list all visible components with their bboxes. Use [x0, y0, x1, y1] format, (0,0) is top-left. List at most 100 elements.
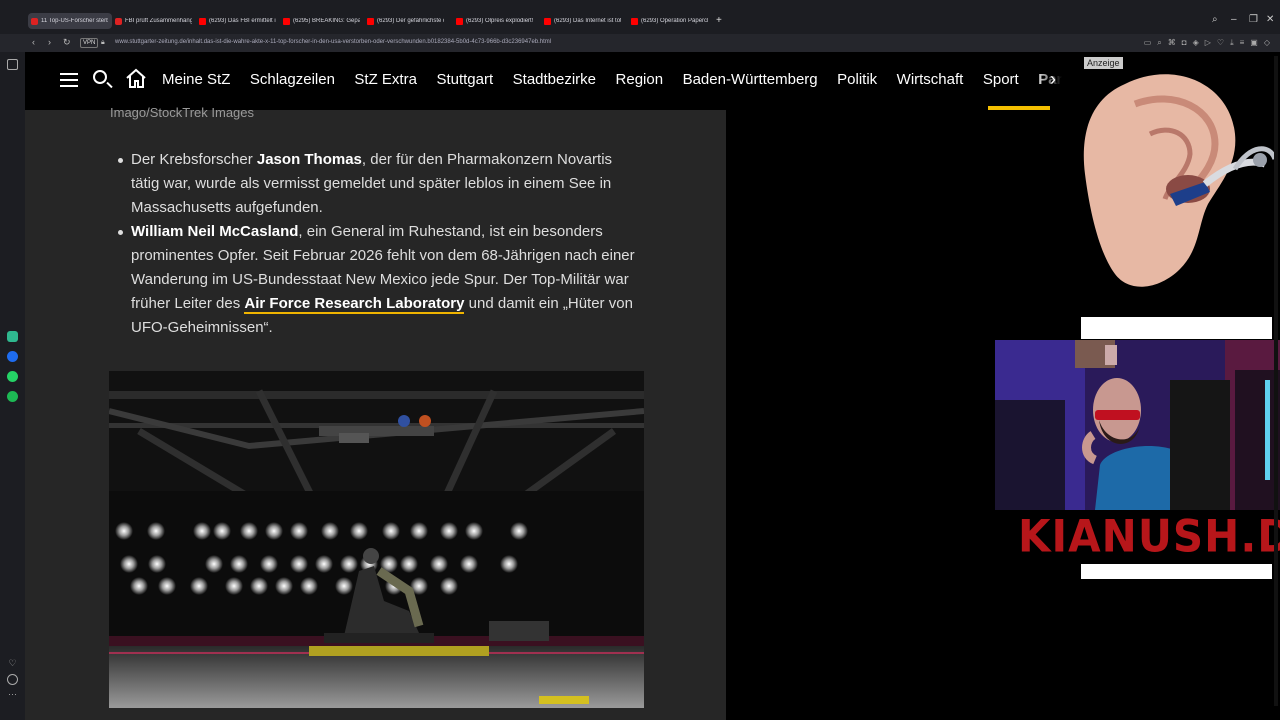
close-icon[interactable]: ✕ — [1266, 14, 1274, 25]
whatsapp-icon[interactable] — [7, 371, 18, 382]
studio-light — [321, 522, 339, 540]
site-navigation: Meine StZ Schlagzeilen StZ Extra Stuttgart S… — [25, 52, 1080, 110]
bullet-bold: William Neil McCasland — [131, 223, 299, 240]
nav-item-sport[interactable]: Sport — [983, 71, 1019, 88]
heart-icon[interactable]: ♡ — [1217, 38, 1224, 48]
studio-light — [460, 555, 478, 573]
chatgpt-icon[interactable] — [7, 331, 18, 342]
shield-icon[interactable]: ◈ — [1193, 38, 1199, 48]
studio-light — [382, 522, 400, 540]
studio-light — [120, 555, 138, 573]
download-icon[interactable]: ⤓ — [1230, 38, 1234, 48]
search-tabs-icon[interactable]: ⌕ — [1212, 14, 1218, 25]
tab[interactable]: (6295) BREAKING: Gepan — [280, 13, 364, 29]
youtube-icon — [631, 17, 638, 25]
studio-light — [115, 522, 133, 540]
tab-title: 11 Top-US-Forscher sterb — [41, 18, 108, 24]
vpn-badge[interactable]: VPN — [80, 38, 99, 48]
air-force-research-link[interactable]: Air Force Research Laboratory — [244, 295, 465, 314]
studio-light — [230, 555, 248, 573]
reader-icon[interactable]: ▭ — [1144, 38, 1152, 48]
studio-light — [240, 522, 258, 540]
tab[interactable]: FBI prüft Zusammenhäng — [112, 13, 196, 29]
pinboard-icon[interactable] — [7, 59, 18, 70]
messenger-icon[interactable] — [7, 351, 18, 362]
spotify-icon[interactable] — [7, 391, 18, 402]
home-icon[interactable] — [125, 68, 147, 88]
tab-title: (6293) Ölpreis explodiert! — [466, 18, 533, 24]
stuttgarter-zeitung-page: Meine StZ Schlagzeilen StZ Extra Stuttgart S… — [25, 52, 1080, 720]
scrollbar[interactable] — [1274, 56, 1278, 706]
studio-light — [193, 522, 211, 540]
nav-item-politik[interactable]: Politik — [837, 71, 877, 88]
studio-light — [440, 577, 458, 595]
tab[interactable]: (6293) Operation Paperclu — [628, 13, 712, 29]
bullet-bold: Jason Thomas — [256, 151, 362, 168]
studio-light — [350, 522, 368, 540]
tab-title: (6293) Operation Paperclu — [641, 18, 708, 24]
zoom-icon[interactable]: ⌕ — [1157, 38, 1161, 48]
maximize-icon[interactable]: ❐ — [1249, 14, 1258, 25]
list-item: Der Krebsforscher Jason Thomas, der für … — [118, 148, 641, 220]
studio-light — [410, 522, 428, 540]
tab-bar: 11 Top-US-Forscher sterb FBI prüft Zusamm… — [0, 0, 1280, 34]
tab[interactable]: 11 Top-US-Forscher sterb — [28, 13, 112, 29]
search-icon[interactable] — [93, 70, 107, 84]
forward-icon[interactable]: › — [48, 37, 51, 47]
tab-title: FBI prüft Zusammenhäng — [125, 18, 192, 24]
studio-light — [340, 555, 358, 573]
nav-item-meine-stz[interactable]: Meine StZ — [162, 71, 230, 88]
nav-item-stz-extra[interactable]: StZ Extra — [354, 71, 417, 88]
back-icon[interactable]: ‹ — [32, 37, 35, 47]
nav-scroll-right-icon[interactable]: › — [1050, 69, 1056, 90]
studio-light — [440, 522, 458, 540]
studio-light — [213, 522, 231, 540]
play-icon[interactable]: ▷ — [1205, 38, 1211, 48]
nav-item-region[interactable]: Region — [616, 71, 664, 88]
studio-light — [130, 577, 148, 595]
stz-icon — [115, 17, 122, 25]
tab-title: (6293) Der gefährlichste d — [377, 18, 444, 24]
new-tab-button[interactable]: + — [716, 15, 722, 26]
tab[interactable]: (6293) Das Internet ist tot — [541, 13, 625, 29]
nav-item-wirtschaft[interactable]: Wirtschaft — [897, 71, 964, 88]
reload-icon[interactable]: ↻ — [63, 37, 71, 48]
address-tools: ▭ ⌕ ⌘ ◘ ◈ ▷ ♡ ⤓ ≡ ▣ ◇ — [1144, 38, 1270, 48]
lock-icon: 🔒︎ — [101, 39, 105, 46]
camera-icon[interactable]: ◘ — [1182, 38, 1187, 48]
wallet-icon[interactable]: ▣ — [1250, 38, 1258, 48]
hearing-aid-ad-image[interactable] — [1080, 64, 1275, 314]
streamer-brand-text: KIANUSH.DE — [1018, 510, 1280, 563]
history-icon[interactable] — [7, 674, 18, 685]
bullet-text: Der Krebsforscher — [131, 151, 257, 168]
nav-item-stuttgart[interactable]: Stuttgart — [436, 71, 493, 88]
youtube-icon — [367, 17, 374, 25]
webcam-overlay — [995, 340, 1280, 510]
studio-light — [205, 555, 223, 573]
list-item: William Neil McCasland, ein General im R… — [118, 220, 641, 340]
studio-light — [430, 555, 448, 573]
tab[interactable]: (6293) Ölpreis explodiert! — [453, 13, 537, 29]
studio-light — [190, 577, 208, 595]
heart-icon[interactable]: ♡ — [7, 658, 18, 669]
menu-icon[interactable]: ≡ — [1240, 38, 1245, 48]
studio-light — [315, 555, 333, 573]
nav-item-schlagzeilen[interactable]: Schlagzeilen — [250, 71, 335, 88]
translate-icon[interactable]: ⌘ — [1168, 38, 1176, 48]
youtube-icon — [544, 17, 551, 25]
tab[interactable]: (6293) Das FBI ermittelt in — [196, 13, 280, 29]
nav-item-baden-württemberg[interactable]: Baden-Württemberg — [683, 71, 818, 88]
minimize-icon[interactable]: – — [1231, 14, 1237, 25]
menu-icon[interactable] — [60, 73, 78, 87]
studio-light — [290, 555, 308, 573]
tab[interactable]: (6293) Der gefährlichste d — [364, 13, 448, 29]
tab-title: (6293) Das FBI ermittelt in — [209, 18, 276, 24]
image-caption: Imago/StockTrek Images — [110, 105, 255, 120]
more-icon[interactable]: ··· — [7, 690, 18, 701]
nav-item-stadtbezirke[interactable]: Stadtbezirke — [513, 71, 596, 88]
url-field[interactable]: www.stuttgarter-zeitung.de/inhalt.das-is… — [115, 39, 551, 45]
extensions-icon[interactable]: ◇ — [1264, 38, 1270, 48]
nav-fade — [1035, 52, 1080, 110]
ad-label: Anzeige — [1084, 57, 1123, 69]
studio-light — [400, 555, 418, 573]
